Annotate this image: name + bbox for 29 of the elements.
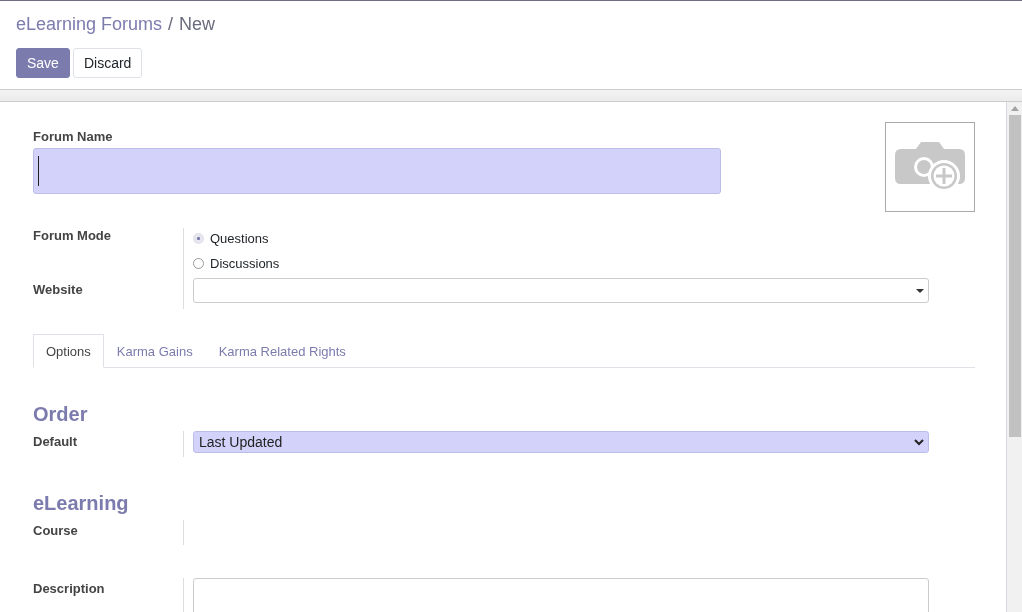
selected-value: Last Updated: [199, 434, 283, 450]
chevron-down-icon: [914, 438, 924, 446]
field-label: Forum Mode: [33, 228, 112, 245]
order-dropdown[interactable]: Last Updated: [193, 431, 929, 453]
discard-button[interactable]: Discard: [72, 48, 143, 78]
caret-icon: [916, 288, 924, 293]
breadcrumb-link[interactable]: eLearning Forums: [16, 13, 163, 35]
section-heading: Order: [33, 403, 89, 425]
tab[interactable]: Options: [33, 334, 104, 368]
radio-button[interactable]: [193, 258, 204, 269]
section-heading: eLearning: [33, 492, 130, 514]
breadcrumb-separator: /: [168, 13, 174, 35]
breadcrumb-current: New: [179, 13, 216, 35]
image-upload[interactable]: [885, 122, 975, 212]
field-label: Default: [33, 433, 79, 451]
field-label: Website: [33, 281, 84, 299]
scrollbar[interactable]: [1007, 102, 1022, 612]
forum-name-input[interactable]: [33, 148, 721, 194]
field-label: Forum Name: [33, 129, 114, 145]
text-cursor: [38, 156, 39, 186]
field-label: Description: [33, 580, 106, 598]
radio-label: Discussions: [210, 255, 280, 272]
scrollbar-thumb[interactable]: [1008, 115, 1021, 437]
website-dropdown[interactable]: [193, 278, 929, 303]
tab[interactable]: Karma Gains: [103, 334, 206, 368]
tab[interactable]: Karma Related Rights: [205, 334, 359, 368]
radio-label: Questions: [210, 230, 269, 247]
field-label: Course: [33, 522, 79, 540]
save-button[interactable]: Save: [16, 48, 70, 78]
